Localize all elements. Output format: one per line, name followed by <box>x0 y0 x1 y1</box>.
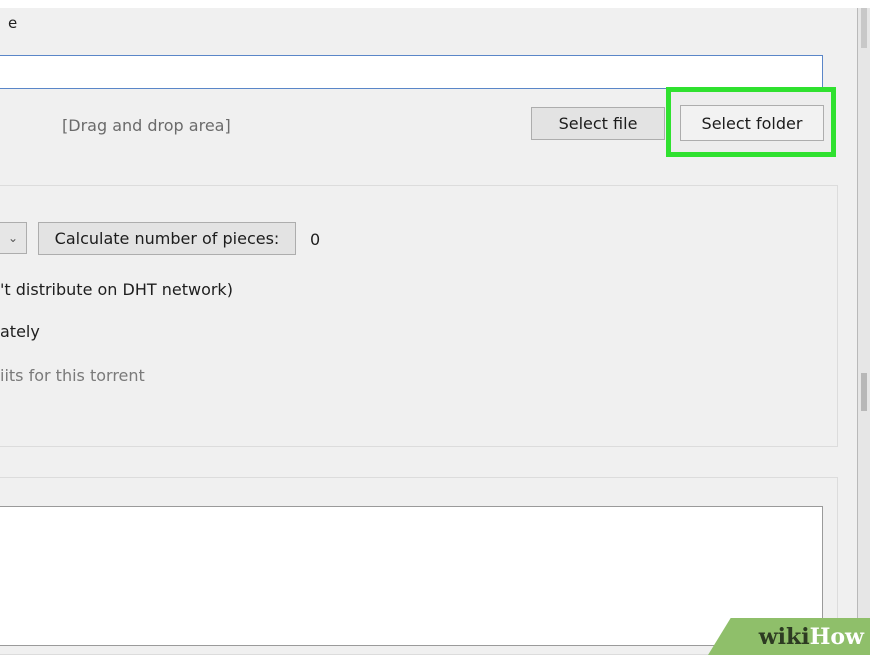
drag-drop-area[interactable]: [Drag and drop area] <box>62 116 231 135</box>
source-path-input[interactable] <box>0 55 823 89</box>
wikihow-watermark: wiki How <box>708 618 870 655</box>
chevron-down-icon: ⌄ <box>7 231 19 245</box>
section-title: e <box>8 14 18 32</box>
private-torrent-option[interactable]: 't distribute on DHT network) <box>0 280 233 299</box>
start-seeding-option[interactable]: ately <box>0 322 40 341</box>
watermark-wiki: wiki <box>758 623 810 650</box>
calculate-pieces-button[interactable]: Calculate number of pieces: <box>38 222 296 255</box>
preserve-limits-option[interactable]: iits for this torrent <box>0 366 145 385</box>
piece-size-dropdown[interactable]: ⌄ <box>0 222 27 254</box>
window-edge-mark <box>861 373 867 411</box>
comment-textarea[interactable] <box>0 506 823 646</box>
pieces-count: 0 <box>310 230 321 249</box>
watermark-how: How <box>809 623 864 650</box>
select-file-button[interactable]: Select file <box>531 107 665 140</box>
right-window-edge <box>857 8 870 655</box>
select-folder-button[interactable]: Select folder <box>680 105 824 141</box>
window-edge-mark <box>861 8 867 48</box>
